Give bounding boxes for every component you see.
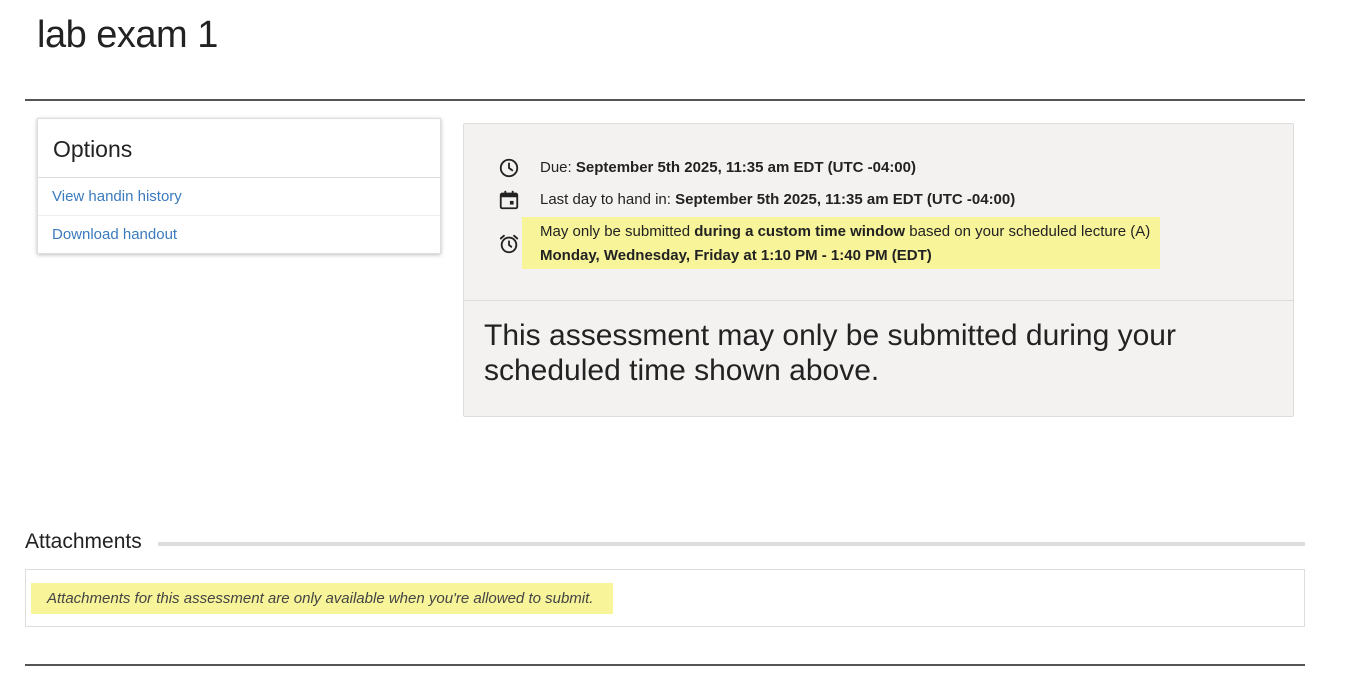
- clock-icon: [499, 158, 519, 178]
- download-handout-link[interactable]: Download handout: [38, 215, 440, 253]
- last-day-value: September 5th 2025, 11:35 am EDT (UTC -0…: [675, 191, 1016, 208]
- assessment-info-panel: Due: September 5th 2025, 11:35 am EDT (U…: [463, 123, 1294, 417]
- calendar-icon: [499, 190, 519, 210]
- window-schedule: Monday, Wednesday, Friday at 1:10 PM - 1…: [540, 247, 932, 264]
- alarm-clock-icon: [499, 234, 519, 254]
- attachments-heading: Attachments: [25, 530, 152, 554]
- last-day-row: Last day to hand in: September 5th 2025,…: [540, 191, 1015, 208]
- attachments-note: Attachments for this assessment are only…: [31, 583, 614, 614]
- due-date-row: Due: September 5th 2025, 11:35 am EDT (U…: [540, 159, 916, 176]
- options-title: Options: [38, 119, 440, 178]
- due-label: Due:: [540, 159, 576, 176]
- time-window-row: May only be submitted during a custom ti…: [540, 223, 1150, 240]
- submission-notice: This assessment may only be submitted du…: [484, 319, 1176, 387]
- last-day-label: Last day to hand in:: [540, 191, 676, 208]
- attachments-box: Attachments for this assessment are only…: [25, 569, 1305, 627]
- window-emphasis: during a custom time window: [694, 223, 906, 240]
- header-divider: [25, 99, 1305, 101]
- page-title: lab exam 1: [37, 14, 218, 56]
- view-handin-history-link[interactable]: View handin history: [38, 178, 440, 215]
- window-suffix: based on your scheduled lecture (A): [905, 223, 1151, 240]
- attachments-divider: [158, 542, 1305, 546]
- footer-divider: [25, 664, 1305, 666]
- options-card: Options View handin history Download han…: [37, 118, 441, 254]
- window-schedule-row: Monday, Wednesday, Friday at 1:10 PM - 1…: [540, 247, 932, 264]
- due-value: September 5th 2025, 11:35 am EDT (UTC -0…: [575, 159, 916, 176]
- deadline-info: Due: September 5th 2025, 11:35 am EDT (U…: [464, 124, 1293, 301]
- window-prefix: May only be submitted: [540, 223, 695, 240]
